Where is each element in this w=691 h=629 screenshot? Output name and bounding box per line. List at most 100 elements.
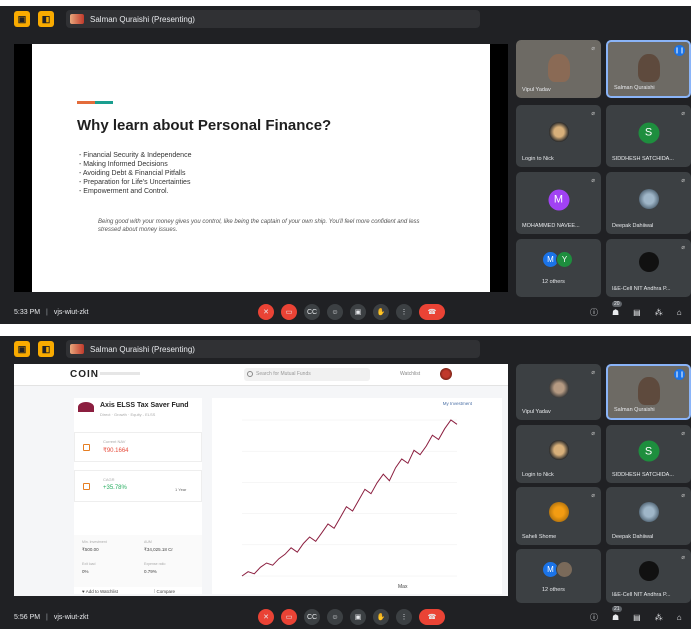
clock-time: 5:56 PM bbox=[14, 613, 41, 621]
cagr-value: +35.78% bbox=[103, 485, 127, 491]
bottom-bar: 5:56 PM | vjs-wiut-zkt ✕ ▭ CC ☺ ▣ ✋ ⋮ ☎ … bbox=[0, 605, 691, 628]
aum-value: ₹34,025.18 Cr bbox=[144, 547, 173, 552]
people-icon[interactable]: ☗ 20 bbox=[612, 300, 622, 317]
chart-icon bbox=[83, 483, 90, 490]
min-investment-value: ₹500.00 bbox=[82, 547, 99, 552]
range-max-button[interactable]: Max bbox=[398, 584, 407, 590]
pin-icon[interactable]: ▣ bbox=[14, 11, 30, 27]
top-bar: ▣ ◧ Salman Quraishi (Presenting) bbox=[0, 336, 691, 362]
mic-off-icon: ⌀ bbox=[681, 555, 685, 561]
mic-off-icon: ⌀ bbox=[591, 431, 595, 437]
participant-tile[interactable]: ⌀ Login to Nick bbox=[516, 105, 601, 167]
meeting-code: vjs-wiut-zkt bbox=[53, 613, 89, 621]
participant-tile[interactable]: ⌀ I&E-Cell NIT Andhra P... bbox=[606, 549, 691, 603]
presenter-label: Salman Quraishi (Presenting) bbox=[90, 344, 195, 354]
watchlist-link[interactable]: Watchlist bbox=[400, 371, 420, 377]
fund-card: Axis ELSS Tax Saver Fund Direct · Growth… bbox=[74, 398, 202, 594]
activities-icon[interactable]: ⁂ bbox=[655, 613, 663, 622]
participant-tile[interactable]: S ⌀ SIDDHESH SATCHIDA... bbox=[606, 425, 691, 483]
others-tile[interactable]: M Y 12 others bbox=[516, 239, 601, 297]
participant-name: Login to Nick bbox=[522, 156, 554, 162]
side-controls: ⓘ ☗ 21 ▤ ⁂ ⌂ bbox=[590, 605, 682, 623]
participant-tile[interactable]: ⌀ I&E-Cell NIT Andhra P... bbox=[606, 239, 691, 297]
nav-box: Current NAV ₹90.1664 bbox=[74, 432, 202, 462]
emoji-icon[interactable]: ☺ bbox=[327, 609, 343, 625]
chat-icon[interactable]: ▤ bbox=[633, 613, 641, 622]
compare-button[interactable]: ⁞ Compare bbox=[154, 589, 175, 594]
captions-icon[interactable]: CC bbox=[304, 609, 320, 625]
end-call-icon[interactable]: ☎ bbox=[419, 609, 445, 625]
presenter-chip[interactable]: Salman Quraishi (Presenting) bbox=[66, 340, 480, 358]
participant-name: Login to Nick bbox=[522, 472, 554, 478]
avatar bbox=[548, 439, 569, 460]
participant-tile[interactable]: ⌀ Vipul Yadav bbox=[516, 364, 601, 420]
emoji-icon[interactable]: ☺ bbox=[327, 304, 343, 320]
separator: | bbox=[46, 308, 48, 316]
info-icon[interactable]: ⓘ bbox=[590, 307, 598, 318]
captions-icon[interactable]: CC bbox=[304, 304, 320, 320]
present-icon[interactable]: ▣ bbox=[350, 304, 366, 320]
participant-tile-active[interactable]: ❙❙ Salman Quraishi bbox=[606, 40, 691, 98]
participant-tile[interactable]: ⌀ Saheli Shome bbox=[516, 487, 601, 545]
layout-icon[interactable]: ◧ bbox=[38, 11, 54, 27]
search-icon bbox=[247, 371, 253, 377]
participant-tile-active[interactable]: ❙❙ Salman Quraishi bbox=[606, 364, 691, 420]
raise-hand-icon[interactable]: ✋ bbox=[373, 609, 389, 625]
present-icon[interactable]: ▣ bbox=[350, 609, 366, 625]
avatar bbox=[556, 561, 573, 578]
avatar bbox=[638, 501, 659, 522]
mic-off-icon[interactable]: ✕ bbox=[258, 304, 274, 320]
end-call-icon[interactable]: ☎ bbox=[419, 304, 445, 320]
participant-tile[interactable]: ⌀ Vipul Yadav bbox=[516, 40, 601, 98]
avatar: M bbox=[548, 189, 569, 211]
mic-off-icon: ⌀ bbox=[591, 46, 595, 52]
avatar bbox=[638, 252, 659, 273]
participant-tile[interactable]: M ⌀ MOHAMMED NAVEE... bbox=[516, 172, 601, 234]
participant-tile[interactable]: S ⌀ SIDDHESH SATCHIDA... bbox=[606, 105, 691, 167]
participant-tile[interactable]: ⌀ Deepak Dahiiwal bbox=[606, 172, 691, 234]
brand-logo: COIN bbox=[70, 369, 99, 380]
participant-tile[interactable]: ⌀ Login to Nick bbox=[516, 425, 601, 483]
search-input[interactable]: Search for Mutual Funds bbox=[244, 368, 370, 381]
participant-name: I&E-Cell NIT Andhra P... bbox=[612, 286, 671, 292]
watchlist-button[interactable]: ♥ Add to Watchlist bbox=[82, 589, 118, 594]
slide-bullet: Empowerment and Control. bbox=[83, 187, 191, 196]
lock-icon[interactable]: ⌂ bbox=[677, 308, 682, 317]
others-tile[interactable]: M 12 others bbox=[516, 549, 601, 603]
presenter-avatar-icon bbox=[70, 344, 84, 354]
mic-off-icon: ⌀ bbox=[681, 493, 685, 499]
participant-name: Vipul Yadav bbox=[522, 409, 551, 415]
lock-icon[interactable]: ⌂ bbox=[677, 613, 682, 622]
more-icon[interactable]: ⋮ bbox=[396, 304, 412, 320]
chat-icon[interactable]: ▤ bbox=[633, 308, 641, 317]
chart-series-line bbox=[241, 419, 458, 577]
slide-bullet: Avoiding Debt & Financial Pitfalls bbox=[83, 169, 191, 178]
people-icon[interactable]: ☗ 21 bbox=[612, 605, 622, 622]
participant-name: I&E-Cell NIT Andhra P... bbox=[612, 592, 671, 598]
cagr-label: CAGR bbox=[103, 477, 115, 482]
avatar bbox=[548, 121, 569, 142]
cagr-period-select[interactable]: 1 Year bbox=[175, 487, 186, 492]
layout-icon[interactable]: ◧ bbox=[38, 341, 54, 357]
slide-title: Why learn about Personal Finance? bbox=[77, 117, 332, 134]
brand-tagline bbox=[100, 372, 140, 375]
participant-tile[interactable]: ⌀ Deepak Dahiiwal bbox=[606, 487, 691, 545]
pin-icon[interactable]: ▣ bbox=[14, 341, 30, 357]
presenter-chip[interactable]: Salman Quraishi (Presenting) bbox=[66, 10, 480, 28]
avatar[interactable] bbox=[440, 368, 452, 380]
calendar-icon bbox=[83, 444, 90, 451]
camera-off-icon[interactable]: ▭ bbox=[281, 304, 297, 320]
presentation-stage: Why learn about Personal Finance? Financ… bbox=[14, 44, 508, 292]
activities-icon[interactable]: ⁂ bbox=[655, 308, 663, 317]
participant-name: SIDDHESH SATCHIDA... bbox=[612, 156, 674, 162]
info-icon[interactable]: ⓘ bbox=[590, 612, 598, 623]
participant-name: Deepak Dahiiwal bbox=[612, 534, 654, 540]
participant-video bbox=[547, 53, 570, 82]
camera-off-icon[interactable]: ▭ bbox=[281, 609, 297, 625]
mic-off-icon[interactable]: ✕ bbox=[258, 609, 274, 625]
presenter-avatar-icon bbox=[70, 14, 84, 24]
participant-name: Salman Quraishi bbox=[614, 85, 655, 91]
nav-label: Current NAV bbox=[103, 439, 126, 444]
raise-hand-icon[interactable]: ✋ bbox=[373, 304, 389, 320]
more-icon[interactable]: ⋮ bbox=[396, 609, 412, 625]
